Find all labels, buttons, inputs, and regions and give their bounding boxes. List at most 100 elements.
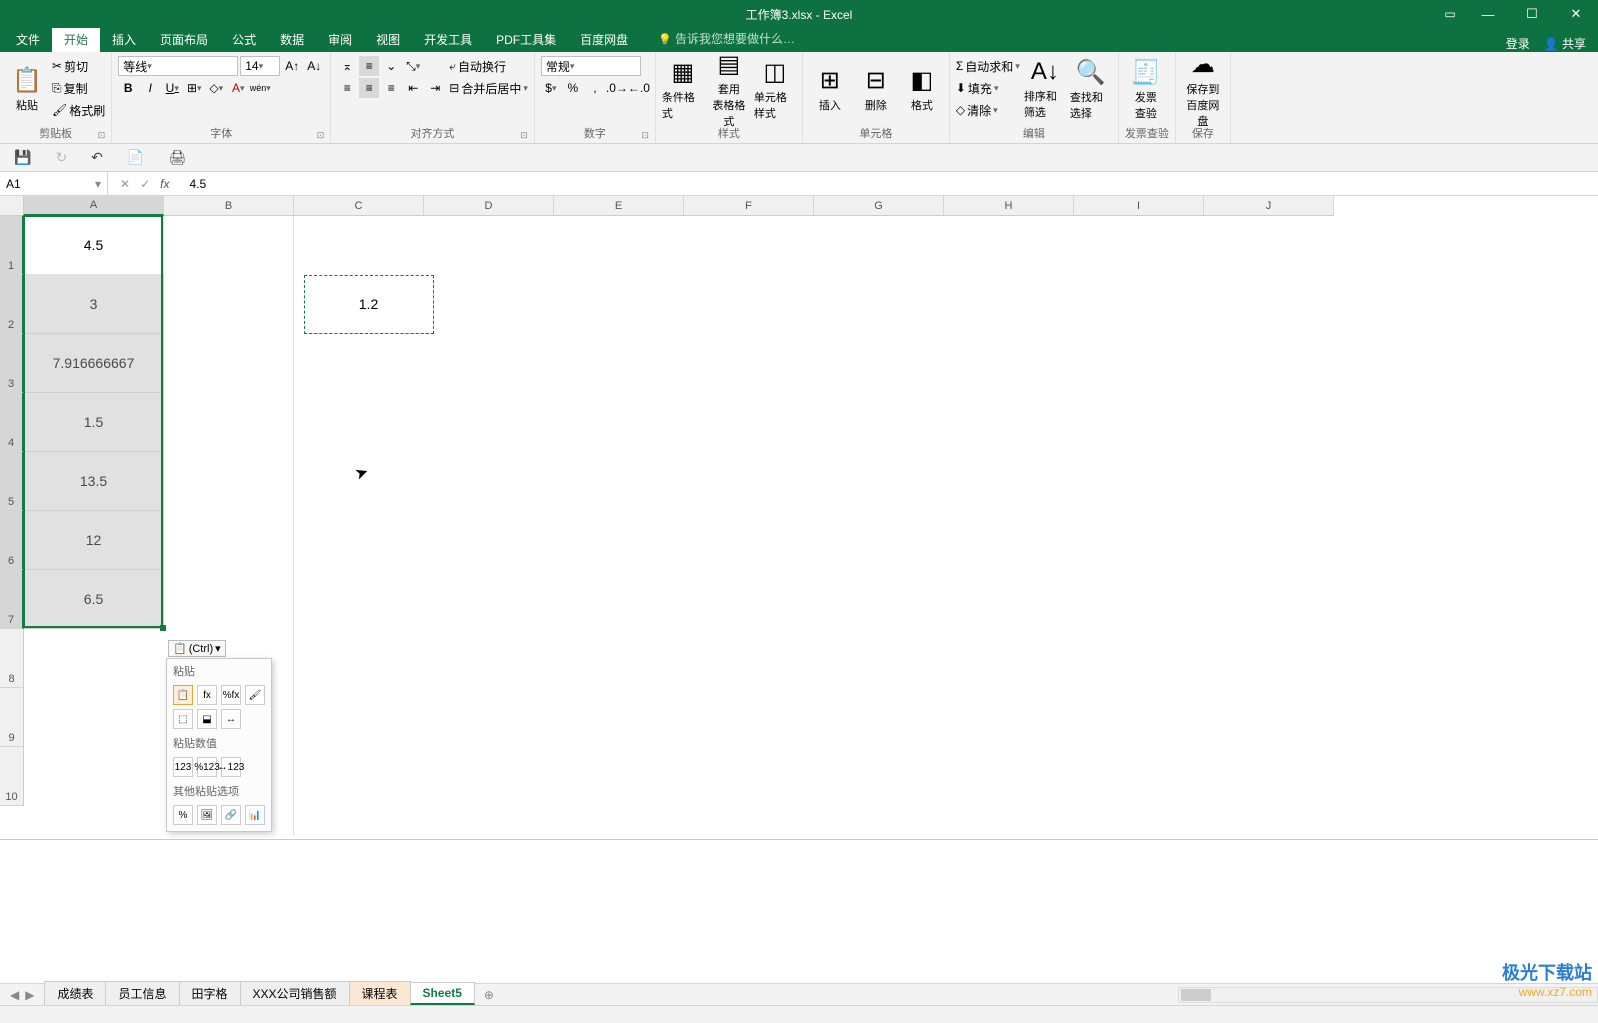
cell-a2[interactable]: 3 bbox=[24, 275, 164, 334]
paste-opt-keep-col-width[interactable]: ⬓ bbox=[197, 709, 217, 729]
col-header-d[interactable]: D bbox=[424, 196, 554, 216]
font-color-button[interactable]: A bbox=[228, 78, 248, 98]
paste-opt-formatting[interactable]: % bbox=[173, 805, 193, 825]
decrease-decimal-button[interactable]: ←.0 bbox=[629, 78, 649, 98]
paste-opt-values-source-fmt[interactable]: ↔123 bbox=[221, 757, 241, 777]
row-header-2[interactable]: 2 bbox=[0, 275, 24, 334]
orientation-button[interactable]: ⤡ bbox=[403, 56, 423, 76]
sheet-tab-employees[interactable]: 员工信息 bbox=[105, 981, 179, 1005]
tab-baidu-netdisk[interactable]: 百度网盘 bbox=[568, 27, 640, 52]
number-launcher[interactable]: ⊡ bbox=[641, 130, 649, 141]
increase-decimal-button[interactable]: .0→ bbox=[607, 78, 627, 98]
paste-opt-transpose[interactable]: ↔ bbox=[221, 709, 241, 729]
tab-insert[interactable]: 插入 bbox=[100, 27, 148, 52]
phonetic-button[interactable]: wén bbox=[250, 78, 270, 98]
sheet-tab-sheet5[interactable]: Sheet5 bbox=[410, 982, 475, 1005]
tab-home[interactable]: 开始 bbox=[52, 27, 100, 52]
row-header-4[interactable]: 4 bbox=[0, 393, 24, 452]
qat-undo-button[interactable]: ↶ bbox=[91, 149, 103, 166]
decrease-indent-button[interactable]: ⇤ bbox=[403, 78, 423, 98]
copy-button[interactable]: ⎘复制 bbox=[52, 78, 105, 98]
name-box-dropdown-icon[interactable]: ▾ bbox=[95, 177, 101, 191]
row-header-1[interactable]: 1 bbox=[0, 216, 24, 275]
tab-view[interactable]: 视图 bbox=[364, 27, 412, 52]
maximize-button[interactable]: ☐ bbox=[1510, 0, 1554, 28]
row-header-8[interactable]: 8 bbox=[0, 629, 24, 688]
insert-cells-button[interactable]: ⊞插入 bbox=[809, 56, 851, 122]
merge-center-button[interactable]: ⊟合并后居中 bbox=[449, 78, 528, 98]
delete-cells-button[interactable]: ⊟删除 bbox=[855, 56, 897, 122]
fill-button[interactable]: ⬇填充 bbox=[956, 78, 1020, 98]
cell-styles-button[interactable]: ◫单元格样式 bbox=[754, 56, 796, 122]
align-bottom-button[interactable]: ⌄ bbox=[381, 56, 401, 76]
tab-pdf-tools[interactable]: PDF工具集 bbox=[484, 27, 568, 52]
col-header-e[interactable]: E bbox=[554, 196, 684, 216]
paste-opt-link[interactable]: 🖼 bbox=[197, 805, 217, 825]
minimize-button[interactable]: — bbox=[1466, 0, 1510, 28]
align-top-button[interactable]: ⌅ bbox=[337, 56, 357, 76]
col-header-b[interactable]: B bbox=[164, 196, 294, 216]
share-button[interactable]: 👤 共享 bbox=[1544, 35, 1586, 52]
sheet-tab-scores[interactable]: 成绩表 bbox=[44, 981, 106, 1005]
sheet-nav-prev[interactable]: ◀ bbox=[10, 988, 19, 1002]
font-launcher[interactable]: ⊡ bbox=[317, 130, 325, 141]
underline-button[interactable]: U bbox=[162, 78, 182, 98]
add-sheet-button[interactable]: ⊕ bbox=[474, 985, 504, 1005]
save-to-baidu-button[interactable]: ☁保存到 百度网盘 bbox=[1182, 56, 1224, 122]
row-header-5[interactable]: 5 bbox=[0, 452, 24, 511]
align-right-button[interactable]: ≡ bbox=[381, 78, 401, 98]
tell-me-search[interactable]: 告诉我您想要做什么… bbox=[658, 30, 795, 51]
select-all-corner[interactable] bbox=[0, 196, 24, 216]
increase-indent-button[interactable]: ⇥ bbox=[425, 78, 445, 98]
paste-opt-linked-picture[interactable]: 📊 bbox=[245, 805, 265, 825]
ribbon-opts-icon[interactable]: ▭ bbox=[1437, 7, 1463, 21]
comma-button[interactable]: , bbox=[585, 78, 605, 98]
qat-touch-button[interactable]: 📄 bbox=[127, 149, 144, 166]
tab-developer[interactable]: 开发工具 bbox=[412, 27, 484, 52]
tab-file[interactable]: 文件 bbox=[4, 27, 52, 52]
cell-a5[interactable]: 13.5 bbox=[24, 452, 164, 511]
enter-formula-button[interactable]: ✓ bbox=[140, 177, 150, 191]
paste-button[interactable]: 📋粘贴 bbox=[6, 56, 48, 122]
paste-opt-all[interactable]: 📋 bbox=[173, 685, 193, 705]
cell-a4[interactable]: 1.5 bbox=[24, 393, 164, 452]
scrollbar-thumb[interactable] bbox=[1181, 989, 1211, 1001]
row-header-7[interactable]: 7 bbox=[0, 570, 24, 629]
paste-opt-keep-formatting[interactable]: 🖌 bbox=[245, 685, 265, 705]
paste-opt-no-borders[interactable]: ⬚ bbox=[173, 709, 193, 729]
formula-input[interactable]: 4.5 bbox=[181, 172, 1598, 195]
cell-c2[interactable]: 1.2 bbox=[304, 275, 434, 334]
row-header-6[interactable]: 6 bbox=[0, 511, 24, 570]
cell-a1[interactable]: 4.5 bbox=[24, 216, 164, 275]
increase-font-button[interactable]: A↑ bbox=[282, 56, 302, 76]
row-header-9[interactable]: 9 bbox=[0, 688, 24, 747]
qat-redo-button[interactable]: ↻ bbox=[55, 149, 67, 166]
sheet-nav-next[interactable]: ▶ bbox=[25, 988, 34, 1002]
format-cells-button[interactable]: ◧格式 bbox=[901, 56, 943, 122]
autosum-button[interactable]: Σ自动求和 bbox=[956, 56, 1020, 76]
clipboard-launcher[interactable]: ⊡ bbox=[98, 130, 106, 141]
border-button[interactable]: ⊞ bbox=[184, 78, 204, 98]
login-link[interactable]: 登录 bbox=[1506, 35, 1530, 52]
paste-opt-formulas[interactable]: fx bbox=[197, 685, 217, 705]
alignment-launcher[interactable]: ⊡ bbox=[520, 130, 528, 141]
paste-options-button[interactable]: (Ctrl)▾ bbox=[168, 640, 226, 657]
cancel-formula-button[interactable]: ✕ bbox=[120, 177, 130, 191]
paste-opt-formulas-number[interactable]: %fx bbox=[221, 685, 241, 705]
clear-button[interactable]: ◇清除 bbox=[956, 100, 1020, 120]
tab-review[interactable]: 审阅 bbox=[316, 27, 364, 52]
fill-color-button[interactable]: ◇ bbox=[206, 78, 226, 98]
col-header-g[interactable]: G bbox=[814, 196, 944, 216]
tab-page-layout[interactable]: 页面布局 bbox=[148, 27, 220, 52]
tab-data[interactable]: 数据 bbox=[268, 27, 316, 52]
wrap-text-button[interactable]: ⤶自动换行 bbox=[449, 56, 528, 76]
conditional-format-button[interactable]: ▦条件格式 bbox=[662, 56, 704, 122]
accounting-format-button[interactable]: $ bbox=[541, 78, 561, 98]
percent-button[interactable]: % bbox=[563, 78, 583, 98]
sheet-tab-course[interactable]: 课程表 bbox=[349, 981, 411, 1005]
cut-button[interactable]: ✂剪切 bbox=[52, 56, 105, 76]
align-left-button[interactable]: ≡ bbox=[337, 78, 357, 98]
insert-function-button[interactable]: fx bbox=[160, 177, 169, 191]
cell-a6[interactable]: 12 bbox=[24, 511, 164, 570]
invoice-check-button[interactable]: 🧾发票 查验 bbox=[1125, 56, 1167, 122]
